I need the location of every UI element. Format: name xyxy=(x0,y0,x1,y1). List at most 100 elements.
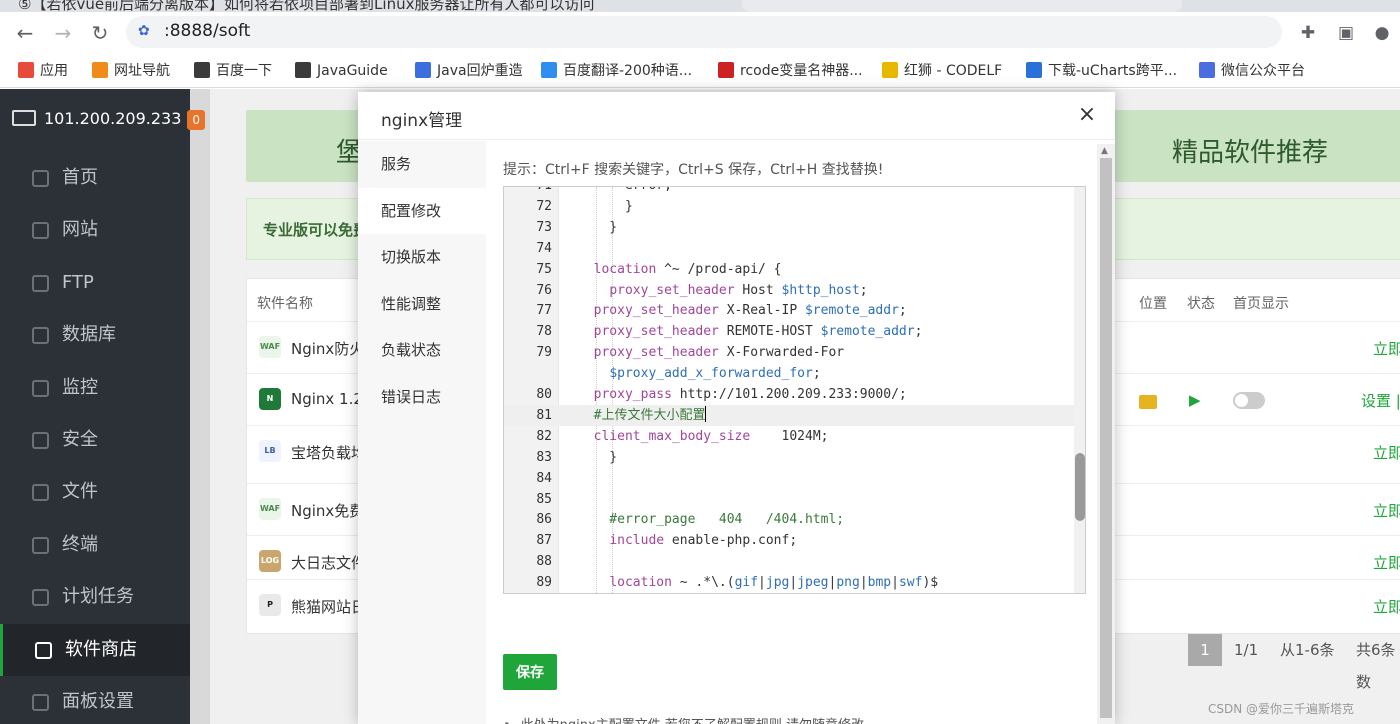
editor-scrollbar[interactable] xyxy=(1074,187,1085,593)
bookmark-item[interactable]: 红狮 - CODELF xyxy=(882,60,1002,82)
code-line[interactable]: 71 error; xyxy=(504,187,1074,196)
sidebar-item-label: 文件 xyxy=(62,481,98,503)
tab-title[interactable]: ⑤【若依vue前后端分离版本】如何将若依项目部署到Linux服务器让所有人都可以… xyxy=(18,0,594,12)
code-line[interactable]: 89 location ~ .*\.(gif|jpg|jpeg|png|bmp|… xyxy=(504,572,1074,593)
notification-badge[interactable]: 0 xyxy=(187,110,206,130)
browser-tab-inactive[interactable] xyxy=(742,0,1182,12)
bookmark-item[interactable]: 百度翻译-200种语... xyxy=(541,60,692,82)
reload-icon[interactable]: ↻ xyxy=(87,20,113,46)
code-line[interactable]: 85 xyxy=(504,489,1074,510)
scroll-up-icon[interactable]: ▲ xyxy=(1101,146,1108,156)
bookmark-item[interactable]: 微信公众平台 xyxy=(1199,60,1305,82)
code-text: proxy_set_header X-Forwarded-For xyxy=(593,345,845,361)
play-icon[interactable]: ▶ xyxy=(1189,391,1201,409)
modal-tab[interactable]: 服务 xyxy=(358,141,486,187)
bookmark-item[interactable]: rcode变量名神器... xyxy=(718,60,863,82)
sidebar-item[interactable]: 软件商店 xyxy=(0,623,190,676)
sidebar-item-label: 终端 xyxy=(62,533,98,555)
code-line[interactable]: 75 location ^~ /prod-api/ { xyxy=(504,259,1074,280)
text-cursor xyxy=(705,405,707,422)
code-line[interactable]: 73 } xyxy=(504,217,1074,238)
code-line[interactable]: 80 proxy_pass http://101.200.209.233:900… xyxy=(504,384,1074,405)
code-text: proxy_set_header Host $http_host; xyxy=(609,282,868,298)
bookmark-item[interactable]: 网址导航 xyxy=(92,60,170,82)
line-number: 85 xyxy=(536,491,552,507)
code-line[interactable]: $proxy_add_x_forwarded_for; xyxy=(504,363,1074,384)
code-line[interactable]: 74 xyxy=(504,238,1074,259)
code-line[interactable]: 82 client_max_body_size 1024M; xyxy=(504,426,1074,447)
panel-sidebar: 101.200.209.233 0 首页 网站 FTP 数据库 监控 安全文件终端计划任务软… xyxy=(0,89,206,724)
reading-list-icon[interactable]: ▣ xyxy=(1334,21,1358,45)
bookmark-item[interactable]: 下载-uCharts跨平... xyxy=(1026,60,1177,82)
software-name: Nginx防火 xyxy=(291,340,365,358)
modal-tab[interactable]: 负载状态 xyxy=(358,327,486,373)
modal-scroll-thumb[interactable] xyxy=(1100,158,1112,718)
bookmark-icon xyxy=(295,62,311,78)
row-action-link[interactable]: 立即 xyxy=(1373,552,1400,573)
code-line[interactable]: 77 proxy_set_header X-Real-IP $remote_ad… xyxy=(504,300,1074,321)
line-number: 82 xyxy=(536,428,552,444)
code-line[interactable]: 79 proxy_set_header X-Forwarded-For xyxy=(504,342,1074,363)
back-icon[interactable]: ← xyxy=(12,20,38,46)
site-info-icon[interactable]: ✿ xyxy=(138,23,154,39)
sidebar-item[interactable]: 监控 xyxy=(0,362,190,414)
bookmark-icon xyxy=(1026,62,1042,78)
modal-tab[interactable]: 错误日志 xyxy=(358,374,486,420)
sidebar-item[interactable]: 安全 xyxy=(0,414,190,466)
bookmark-label: 下载-uCharts跨平... xyxy=(1048,63,1178,79)
code-text: proxy_set_header REMOTE-HOST $remote_add… xyxy=(593,324,923,340)
profile-icon[interactable]: ● xyxy=(1370,21,1394,45)
sidebar-item[interactable]: 首页 xyxy=(0,152,190,204)
editor-scroll-thumb[interactable] xyxy=(1075,453,1085,521)
extensions-icon[interactable]: ✚ xyxy=(1296,21,1320,45)
bookmark-item[interactable]: 百度一下 xyxy=(194,60,272,82)
code-line[interactable]: 78 proxy_set_header REMOTE-HOST $remote_… xyxy=(504,321,1074,342)
sidebar-item[interactable]: 文件 xyxy=(0,466,190,518)
bookmark-item[interactable]: JavaGuide xyxy=(295,60,388,82)
apps-icon xyxy=(35,641,52,659)
row-action-link[interactable]: 立即 xyxy=(1373,338,1400,359)
url-text[interactable]: :8888/soft xyxy=(164,21,250,41)
close-icon[interactable]: × xyxy=(1074,102,1100,128)
line-number: 89 xyxy=(536,575,552,591)
sidebar-item[interactable]: 数据库 xyxy=(0,309,190,361)
row-action-link[interactable]: 立即 xyxy=(1373,442,1400,463)
code-line[interactable]: 84 xyxy=(504,468,1074,489)
sidebar-item[interactable]: 网站 xyxy=(0,204,190,256)
modal-scrollbar[interactable]: ▲ xyxy=(1097,144,1115,724)
globe-icon xyxy=(32,222,49,240)
code-line[interactable]: 72 } xyxy=(504,196,1074,217)
address-bar[interactable]: ✿ :8888/soft xyxy=(126,16,1282,48)
sidebar-item[interactable]: 面板设置 xyxy=(0,676,190,724)
row-action-link[interactable]: 立即 xyxy=(1373,596,1400,617)
modal-tab[interactable]: 性能调整 xyxy=(358,281,486,327)
code-line[interactable]: 83 } xyxy=(504,447,1074,468)
folder-icon[interactable] xyxy=(1139,395,1157,409)
monitor-icon xyxy=(12,110,36,126)
pro-tip-text: 专业版可以免费 xyxy=(263,221,369,239)
pager-current[interactable]: 1 xyxy=(1188,634,1222,666)
sidebar-item-label: 计划任务 xyxy=(62,586,134,608)
row-action-link[interactable]: 设置 | xyxy=(1361,390,1400,411)
modal-tab[interactable]: 切换版本 xyxy=(358,234,486,280)
save-button[interactable]: 保存 xyxy=(503,654,557,690)
pager-range: 从1-6条 xyxy=(1280,641,1335,659)
sidebar-item[interactable]: 终端 xyxy=(0,519,190,571)
modal-tab[interactable]: 配置修改 xyxy=(358,187,486,234)
forward-icon[interactable]: → xyxy=(50,20,76,46)
code-line[interactable]: 86 #error_page 404 /404.html; xyxy=(504,509,1074,530)
software-icon: WAF xyxy=(259,498,281,520)
bookmark-item[interactable]: Java回炉重造 xyxy=(415,60,523,82)
row-action-link[interactable]: 立即 xyxy=(1373,500,1400,521)
sidebar-item[interactable]: FTP xyxy=(0,257,190,309)
sidebar-item[interactable]: 计划任务 xyxy=(0,571,190,623)
config-editor[interactable]: 71 error;72 }73 }7475 location ^~ /prod-… xyxy=(503,186,1086,594)
home-display-toggle[interactable] xyxy=(1233,392,1265,409)
bookmark-item[interactable]: 应用 xyxy=(18,60,68,82)
bookmarks-bar: 应用 网址导航 百度一下 JavaGuide Java回炉重造 百度翻译-200种语...… xyxy=(0,54,1400,88)
server-info[interactable]: 101.200.209.233 0 xyxy=(12,109,206,133)
code-line[interactable]: 76 proxy_set_header Host $http_host; xyxy=(504,280,1074,301)
code-line[interactable]: 81 #上传文件大小配置 xyxy=(504,404,1074,426)
code-line[interactable]: 87 include enable-php.conf; xyxy=(504,530,1074,551)
code-line[interactable]: 88 xyxy=(504,551,1074,572)
